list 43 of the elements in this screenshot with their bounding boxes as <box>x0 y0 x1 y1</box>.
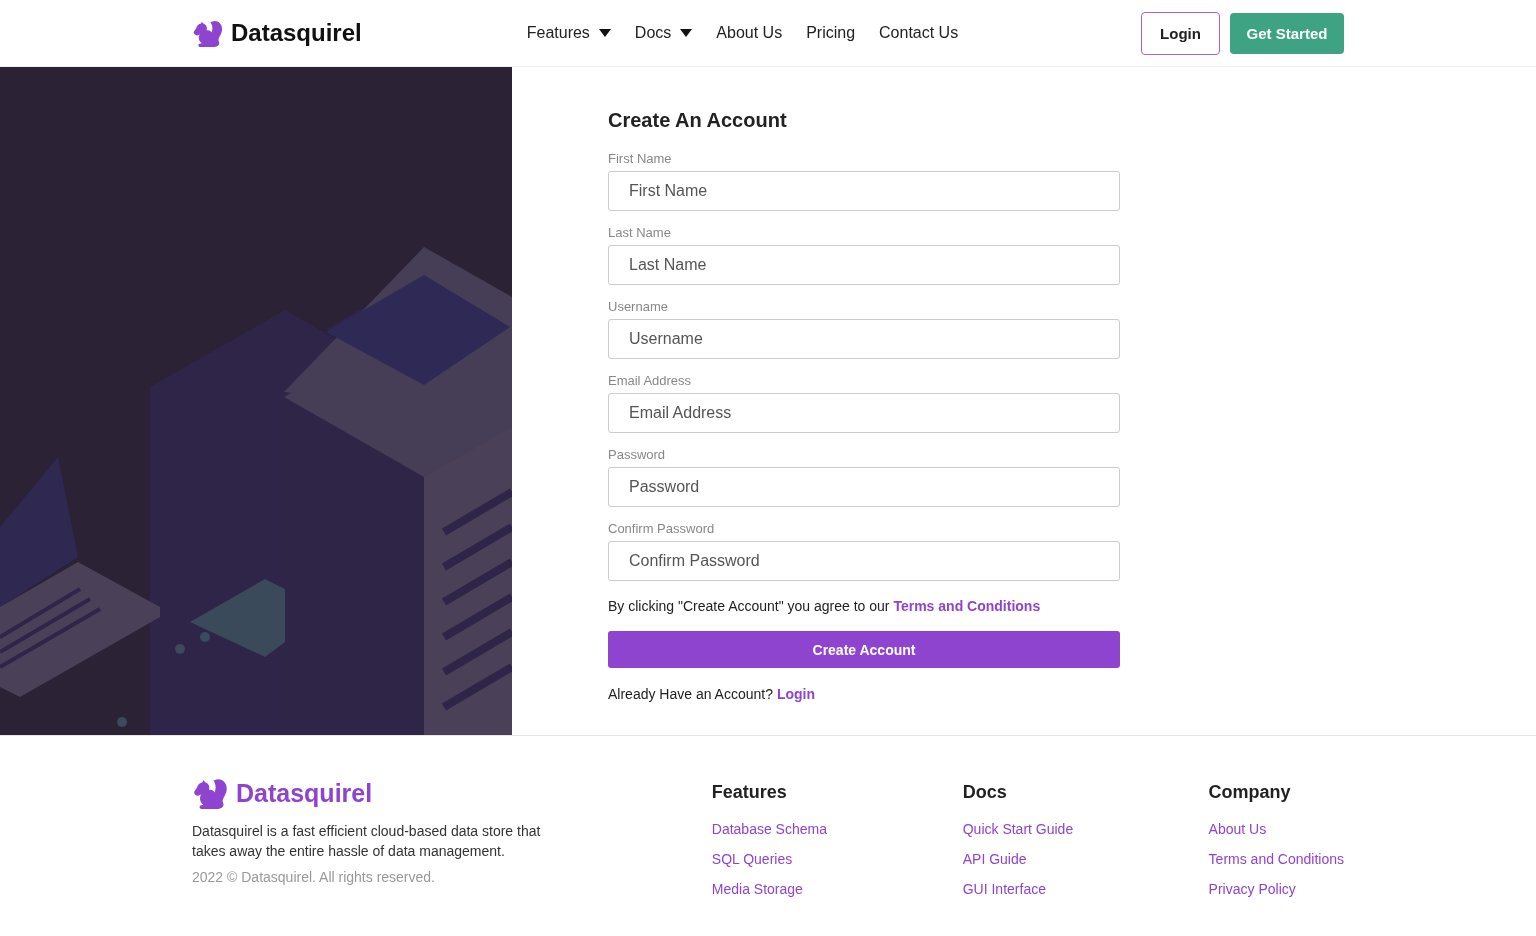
field-label: Username <box>608 299 669 314</box>
field-label: Last Name <box>608 225 672 240</box>
nav-link[interactable]: Docs <box>634 24 693 42</box>
footer-link[interactable]: About Us <box>1208 821 1267 837</box>
footer-column-title: Features <box>711 781 787 803</box>
footer-link[interactable]: GUI Interface <box>962 881 1046 897</box>
nav-link[interactable]: Features <box>526 24 611 42</box>
field-label: First Name <box>608 151 673 166</box>
footer-column-title: Company <box>1208 781 1291 803</box>
footer-link[interactable]: SQL Queries <box>711 851 793 867</box>
input-field[interactable]: Username <box>608 319 1120 359</box>
brand-name[interactable]: Datasquirel <box>231 19 362 47</box>
create-account-button[interactable]: Create Account <box>608 631 1120 668</box>
nav-link[interactable]: Pricing <box>806 24 856 42</box>
agreement-text: By clicking "Create Account" you agree to our Terms and Conditions <box>608 598 1042 614</box>
squirrel-logo-icon <box>192 19 223 47</box>
footer-link[interactable]: Media Storage <box>711 881 803 897</box>
login-link[interactable]: Login <box>776 686 815 702</box>
form-title: Create An Account <box>608 109 788 132</box>
footer-description: Datasquirel is a fast efficient cloud-based data store that takes away the entire hassle of data management. <box>192 822 542 861</box>
footer-brand-name[interactable]: Datasquirel <box>236 779 373 808</box>
footer-link[interactable]: Terms and Conditions <box>1208 851 1344 867</box>
input-field[interactable]: Email Address <box>608 393 1120 433</box>
login-button[interactable]: Login <box>1141 11 1220 55</box>
terms-link[interactable]: Terms and Conditions <box>893 598 1041 614</box>
footer-link[interactable]: Privacy Policy <box>1208 881 1296 897</box>
input-field[interactable]: Confirm Password <box>608 541 1120 581</box>
input-field[interactable]: First Name <box>608 171 1120 211</box>
footer-link[interactable]: Quick Start Guide <box>962 821 1074 837</box>
input-field[interactable]: Password <box>608 467 1120 507</box>
squirrel-logo-icon <box>192 778 228 809</box>
input-field[interactable]: Last Name <box>608 245 1120 285</box>
footer-column-title: Docs <box>962 781 1007 803</box>
field-label: Confirm Password <box>608 521 716 536</box>
login-prompt: Already Have an Account? Login <box>608 686 816 702</box>
footer-link[interactable]: API Guide <box>962 851 1027 867</box>
field-label: Password <box>608 447 667 462</box>
nav-link[interactable]: About Us <box>716 24 783 42</box>
field-label: Email Address <box>608 373 693 388</box>
nav-link[interactable]: Contact Us <box>879 24 959 42</box>
footer-link[interactable]: Database Schema <box>711 821 827 837</box>
copyright-text: 2022 © Datasquirel. All rights reserved. <box>192 869 436 885</box>
get-started-button[interactable]: Get Started <box>1230 12 1344 54</box>
